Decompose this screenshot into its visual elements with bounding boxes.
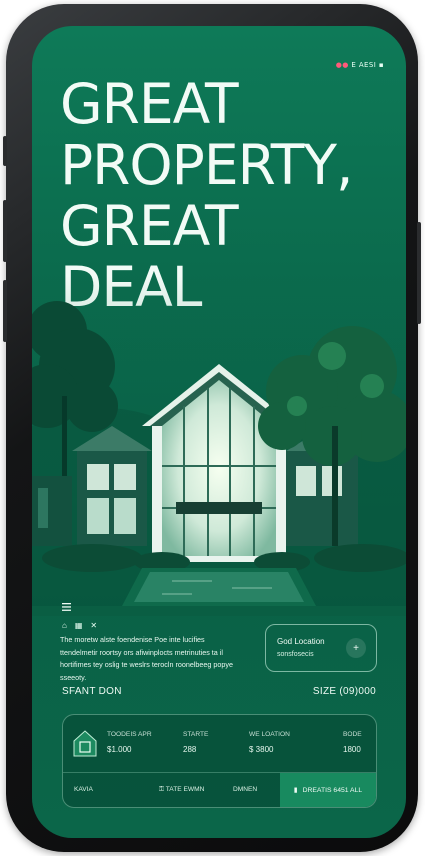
stat-2-value: 288: [183, 745, 197, 754]
status-dot-icon: ●●: [335, 61, 349, 69]
home-icon[interactable]: ⌂: [62, 621, 67, 630]
stat-3: WE LOATION $ 3800: [249, 731, 290, 754]
close-icon[interactable]: ✕: [90, 621, 97, 630]
phone-frame: ●● E AESI ▪ GREAT PROPERTY, GREAT DEAL: [3, 4, 421, 852]
status-indicator-icon: ▪: [378, 61, 384, 69]
quick-icons: ⌂ ▦ ✕: [62, 621, 97, 630]
house-illustration: [32, 276, 406, 616]
stat-4: BODE 1800: [343, 731, 362, 754]
stat-3-value: $ 3800: [249, 745, 274, 754]
location-subtitle: sonsfosecis: [277, 651, 314, 658]
stats-card: TOODEIS APR $1.000 STARTE 288 WE LOATION…: [62, 714, 377, 808]
plus-icon[interactable]: +: [346, 638, 366, 658]
stat-1-value: $1.000: [107, 745, 132, 754]
silent-switch: [3, 136, 7, 166]
location-title: God Location: [277, 637, 325, 646]
cta-button[interactable]: ▮ DREATIS 6451 ALL: [280, 773, 376, 807]
stat-3-label: WE LOATION: [249, 731, 290, 738]
app-screen: ●● E AESI ▪ GREAT PROPERTY, GREAT DEAL: [32, 26, 406, 838]
grid-icon[interactable]: ▦: [75, 621, 83, 630]
menu-icon[interactable]: [62, 598, 71, 616]
status-bar: ●● E AESI ▪: [336, 61, 384, 69]
stat-2: STARTE 288: [183, 731, 208, 754]
status-text: E AESI: [351, 61, 377, 69]
bookmark-icon: ▮: [293, 787, 298, 794]
home-badge-icon: [73, 730, 97, 757]
card-footer: KAVIA ⚿ TATE EWMN DMNEN ▮ DREATIS 6451 A…: [63, 772, 376, 807]
summary-right: SIZE (09)000: [312, 686, 376, 697]
key-icon: ⚿: [159, 786, 165, 793]
stat-4-value: 1800: [343, 745, 361, 754]
volume-up-button: [3, 200, 7, 262]
stat-1-label: TOODEIS APR: [107, 731, 152, 738]
summary-left: SFANT DON: [62, 686, 122, 697]
footer-left-link[interactable]: KAVIA: [74, 786, 93, 793]
power-button: [417, 222, 421, 324]
location-card[interactable]: God Location sonsfosecis +: [265, 624, 377, 672]
volume-down-button: [3, 280, 7, 342]
stat-2-label: STARTE: [183, 731, 209, 738]
footer-middle-link[interactable]: ⚿ TATE EWMN: [159, 786, 204, 794]
footer-middle-label: TATE EWMN: [165, 786, 205, 793]
stat-1: TOODEIS APR $1.000: [107, 731, 152, 754]
cta-label: DREATIS 6451 ALL: [302, 786, 363, 794]
property-description: The moretw alste foendenise Poe inte luc…: [60, 635, 233, 682]
stat-4-label: BODE: [343, 731, 362, 738]
footer-right-link[interactable]: DMNEN: [233, 786, 257, 793]
